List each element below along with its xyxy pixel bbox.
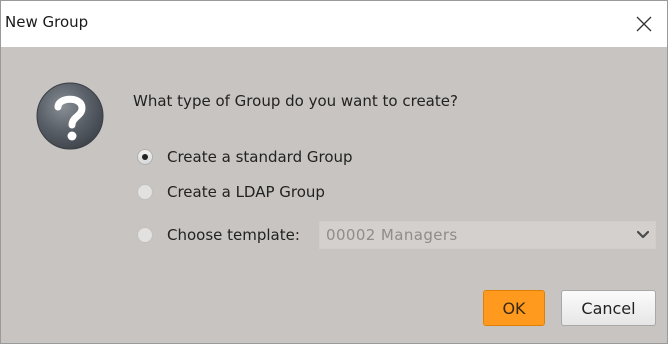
close-button[interactable] bbox=[621, 1, 667, 47]
title-bar: New Group bbox=[1, 1, 667, 47]
radio-choose-template[interactable] bbox=[137, 227, 153, 243]
radio-ldap-group[interactable] bbox=[137, 184, 153, 200]
option-choose-template[interactable]: Choose template: bbox=[137, 223, 300, 247]
question-mark-icon bbox=[36, 82, 104, 150]
dialog-content: What type of Group do you want to create… bbox=[1, 47, 667, 343]
new-group-dialog: New Group What type of Group do you want… bbox=[0, 0, 668, 344]
option-ldap-group[interactable]: Create a LDAP Group bbox=[137, 180, 325, 204]
window-title: New Group bbox=[5, 13, 89, 31]
dialog-question: What type of Group do you want to create… bbox=[133, 92, 458, 110]
radio-standard-group[interactable] bbox=[137, 149, 153, 165]
option-label-template: Choose template: bbox=[167, 226, 300, 244]
option-label-ldap: Create a LDAP Group bbox=[167, 183, 325, 201]
template-select-value: 00002 Managers bbox=[326, 226, 458, 244]
ok-button[interactable]: OK bbox=[483, 290, 545, 326]
option-standard-group[interactable]: Create a standard Group bbox=[137, 145, 353, 169]
close-icon bbox=[636, 16, 652, 32]
template-select[interactable]: 00002 Managers bbox=[319, 221, 656, 249]
chevron-down-icon bbox=[637, 230, 649, 239]
cancel-button[interactable]: Cancel bbox=[561, 290, 656, 326]
option-label-standard: Create a standard Group bbox=[167, 148, 353, 166]
